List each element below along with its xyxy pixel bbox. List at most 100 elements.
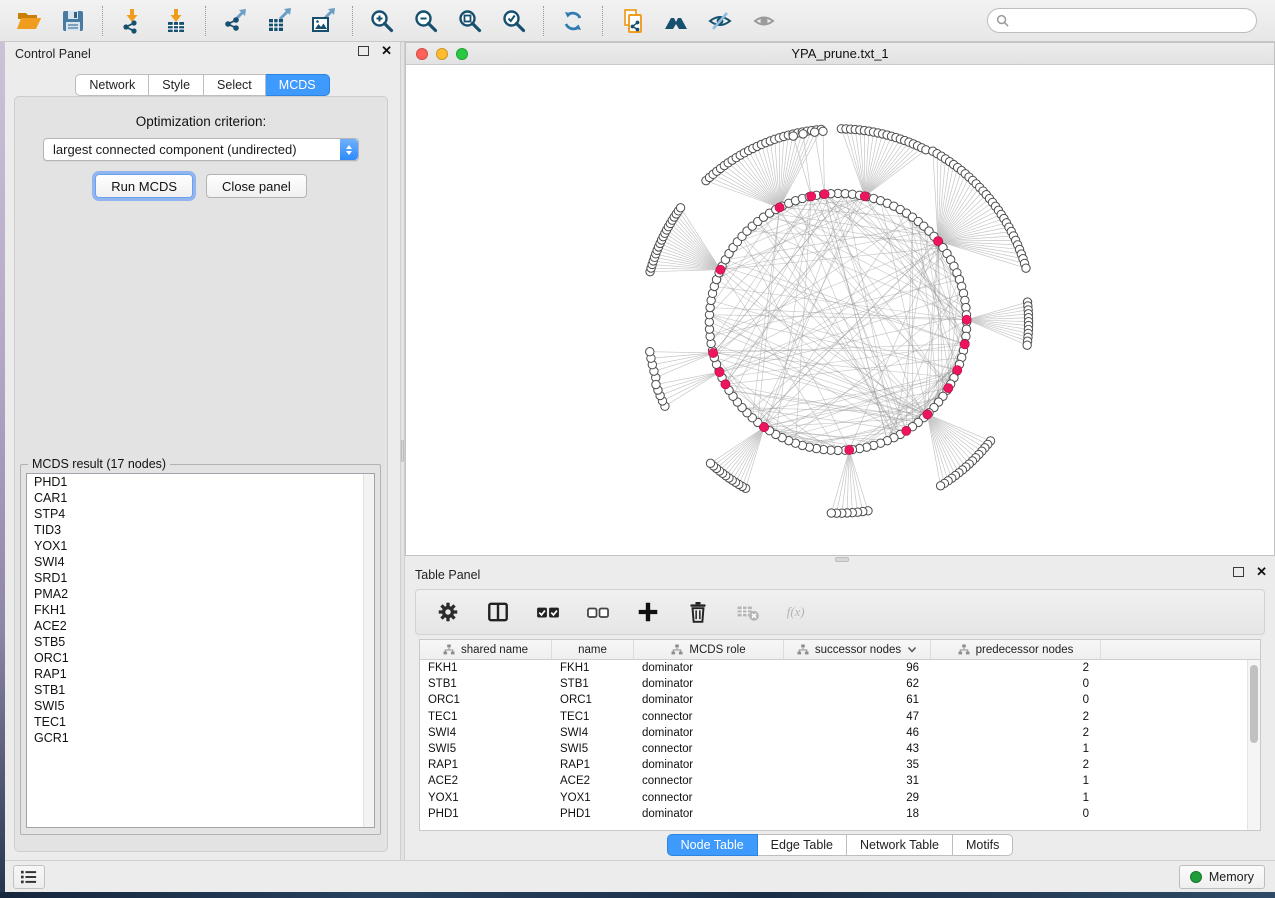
show-columns-icon[interactable] (486, 600, 510, 624)
mcds-result-item[interactable]: PHD1 (27, 474, 374, 490)
import-network-icon[interactable] (118, 7, 146, 35)
table-row[interactable]: RAP1RAP1dominator352 (420, 757, 1260, 773)
close-panel-button[interactable]: Close panel (206, 174, 307, 198)
cell-name: FKH1 (552, 662, 634, 674)
mcds-result-item[interactable]: FKH1 (27, 602, 374, 618)
zoom-fit-icon[interactable] (456, 7, 484, 35)
export-network-icon[interactable] (221, 7, 249, 35)
select-all-checkboxes-icon[interactable] (536, 600, 560, 624)
network-graph[interactable] (406, 65, 1274, 555)
mcds-result-list[interactable]: PHD1CAR1STP4TID3YOX1SWI4SRD1PMA2FKH1ACE2… (26, 473, 375, 828)
function-builder-icon[interactable]: f(x) (786, 600, 810, 624)
horizontal-splitter[interactable] (405, 556, 1275, 563)
mcds-result-item[interactable]: TID3 (27, 522, 374, 538)
table-settings-icon[interactable] (436, 600, 460, 624)
toolbar-group-layout (543, 6, 602, 36)
horizontal-splitter-handle[interactable] (835, 557, 849, 562)
import-table-icon[interactable] (162, 7, 190, 35)
table-row[interactable]: SWI5SWI5connector431 (420, 741, 1260, 757)
save-session-icon[interactable] (59, 7, 87, 35)
hide-selected-icon[interactable] (706, 7, 734, 35)
table-scrollbar[interactable] (1247, 660, 1260, 830)
close-panel-icon[interactable]: ✕ (381, 46, 392, 56)
mcds-result-item[interactable]: ACE2 (27, 618, 374, 634)
cell-predecessor-nodes: 2 (931, 727, 1101, 739)
table-scrollbar-thumb[interactable] (1250, 665, 1258, 743)
search-network-icon[interactable] (662, 7, 690, 35)
minimize-window-icon[interactable] (436, 48, 448, 60)
network-from-selection-icon[interactable] (618, 7, 646, 35)
mcds-result-item[interactable]: CAR1 (27, 490, 374, 506)
float-table-panel-icon[interactable] (1233, 567, 1244, 577)
deselect-all-checkboxes-icon[interactable] (586, 600, 610, 624)
mcds-result-item[interactable]: SWI5 (27, 698, 374, 714)
cell-successor-nodes: 96 (784, 662, 931, 674)
add-row-icon[interactable] (636, 600, 660, 624)
tab-node-table[interactable]: Node Table (667, 834, 758, 856)
close-table-panel-icon[interactable]: ✕ (1256, 567, 1267, 577)
memory-button[interactable]: Memory (1179, 865, 1265, 889)
export-table-icon[interactable] (265, 7, 293, 35)
export-image-icon[interactable] (309, 7, 337, 35)
tab-motifs[interactable]: Motifs (953, 834, 1013, 856)
criterion-select[interactable]: largest connected component (undirected) (43, 138, 359, 161)
toolbar-group-network-tools (602, 6, 793, 36)
toolbar-group-session (0, 6, 102, 36)
table-row[interactable]: FKH1FKH1dominator962 (420, 660, 1260, 676)
mcds-result-item[interactable]: ORC1 (27, 650, 374, 666)
mcds-result-item[interactable]: YOX1 (27, 538, 374, 554)
delete-table-icon[interactable] (736, 600, 760, 624)
network-canvas[interactable] (406, 65, 1274, 555)
mcds-result-item[interactable]: GCR1 (27, 730, 374, 746)
task-history-button[interactable] (13, 865, 45, 889)
tab-network[interactable]: Network (75, 74, 149, 96)
mcds-result-item[interactable]: STP4 (27, 506, 374, 522)
table-row[interactable]: PHD1PHD1dominator180 (420, 806, 1260, 822)
table-row[interactable]: STB1STB1dominator620 (420, 676, 1260, 692)
mcds-result-item[interactable]: STB1 (27, 682, 374, 698)
mcds-result-item[interactable]: SRD1 (27, 570, 374, 586)
maximize-window-icon[interactable] (456, 48, 468, 60)
tab-network-table[interactable]: Network Table (847, 834, 953, 856)
column-header-name[interactable]: name (552, 640, 634, 659)
table-row[interactable]: ACE2ACE2connector311 (420, 773, 1260, 789)
table-row[interactable]: SWI4SWI4dominator462 (420, 725, 1260, 741)
tab-select[interactable]: Select (204, 74, 266, 96)
tab-mcds[interactable]: MCDS (266, 74, 330, 96)
table-row[interactable]: TEC1TEC1connector472 (420, 709, 1260, 725)
cell-shared-name: RAP1 (420, 759, 552, 771)
cell-shared-name: STB1 (420, 678, 552, 690)
close-window-icon[interactable] (416, 48, 428, 60)
column-header-predecessor-nodes[interactable]: predecessor nodes (931, 640, 1101, 659)
zoom-selected-icon[interactable] (500, 7, 528, 35)
cell-mcds-role: dominator (634, 694, 784, 706)
refresh-layout-icon[interactable] (559, 7, 587, 35)
zoom-out-icon[interactable] (412, 7, 440, 35)
table-row[interactable]: ORC1ORC1dominator610 (420, 692, 1260, 708)
mcds-result-item[interactable]: STB5 (27, 634, 374, 650)
search-input[interactable] (987, 8, 1257, 33)
run-mcds-button[interactable]: Run MCDS (95, 174, 193, 198)
table-row[interactable]: YOX1YOX1connector291 (420, 790, 1260, 806)
tab-style[interactable]: Style (149, 74, 204, 96)
open-session-icon[interactable] (15, 7, 43, 35)
column-header-shared-name[interactable]: shared name (420, 640, 552, 659)
zoom-in-icon[interactable] (368, 7, 396, 35)
mcds-result-item[interactable]: RAP1 (27, 666, 374, 682)
float-panel-icon[interactable] (358, 46, 369, 56)
mcds-result-item[interactable]: TEC1 (27, 714, 374, 730)
column-header-successor-nodes[interactable]: successor nodes (784, 640, 931, 659)
tab-edge-table[interactable]: Edge Table (758, 834, 847, 856)
mcds-list-scrollbar[interactable] (363, 474, 374, 827)
mcds-result-item[interactable]: PMA2 (27, 586, 374, 602)
cell-predecessor-nodes: 2 (931, 759, 1101, 771)
vertical-splitter-handle[interactable] (401, 440, 404, 462)
mcds-result-item[interactable]: SWI4 (27, 554, 374, 570)
shared-column-icon (671, 644, 683, 655)
control-panel-tabbar: NetworkStyleSelectMCDS (5, 74, 400, 96)
delete-row-icon[interactable] (686, 600, 710, 624)
column-header-MCDS-role[interactable]: MCDS role (634, 640, 784, 659)
show-all-icon[interactable] (750, 7, 778, 35)
cell-mcds-role: dominator (634, 678, 784, 690)
network-title: YPA_prune.txt_1 (791, 46, 888, 61)
